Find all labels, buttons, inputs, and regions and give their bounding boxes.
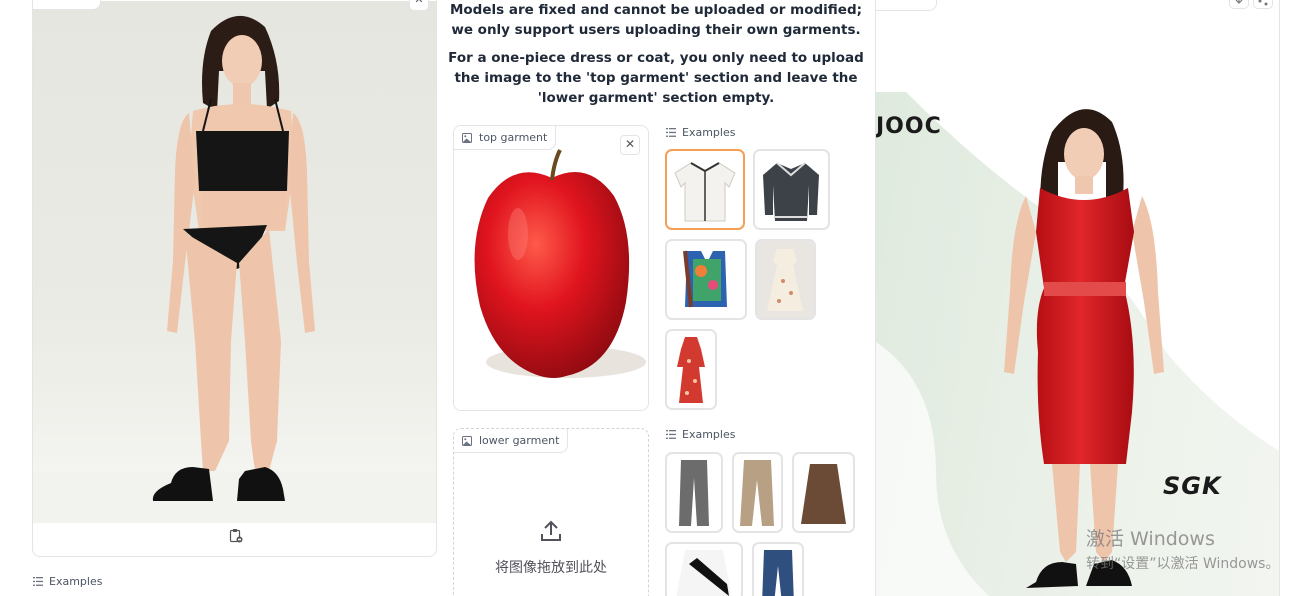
lower-examples-header: Examples — [666, 428, 735, 441]
image-icon — [462, 132, 472, 143]
lower-garment-label-tab: lower garment — [454, 429, 569, 453]
example-khaki-trousers[interactable] — [732, 452, 783, 533]
apple-image — [474, 149, 646, 378]
example-red-floral-dress[interactable] — [665, 329, 717, 410]
image-icon — [462, 435, 472, 446]
upload-icon — [541, 520, 561, 541]
examples-label: Examples — [49, 575, 103, 588]
clipboard-icon[interactable] — [228, 528, 244, 544]
brand-logo-top: JOOC — [876, 114, 942, 139]
examples-label: Examples — [682, 428, 736, 441]
drop-zone[interactable]: 将图像拖放到此处 — [454, 519, 648, 577]
instruction-line-1: Models are fixed and cannot be uploaded … — [449, 2, 863, 38]
top-garment-upload[interactable]: top garment ✕ — [453, 125, 649, 411]
list-icon — [33, 577, 43, 586]
windows-activation-watermark: 激活 Windows 转到“设置”以激活 Windows。 — [1086, 524, 1279, 573]
try-on-app: ✕ Examples Models are fixed and cannot b… — [0, 0, 1294, 596]
example-floral-dress[interactable] — [755, 239, 816, 320]
example-white-cardigan[interactable] — [665, 149, 745, 230]
watermark-line-1: 激活 Windows — [1086, 528, 1215, 550]
example-floral-vest[interactable] — [665, 239, 747, 320]
top-garment-label-tab: top garment — [454, 126, 557, 150]
instructions: Models are fixed and cannot be uploaded … — [446, 0, 866, 108]
brand-logo-bottom: SGK — [1163, 472, 1222, 500]
watermark-line-2: 转到“设置”以激活 Windows。 — [1086, 556, 1280, 572]
model-examples-header: Examples — [33, 575, 102, 588]
result-image-panel: JOOC SGK — [875, 0, 1280, 596]
example-blue-jeans[interactable] — [752, 542, 804, 596]
list-icon — [666, 430, 676, 439]
instruction-line-2: For a one-piece dress or coat, you only … — [448, 50, 864, 106]
lower-garment-label: lower garment — [479, 434, 560, 447]
example-grey-cardigan[interactable] — [753, 149, 830, 230]
download-icon[interactable] — [1229, 0, 1249, 9]
close-icon[interactable]: ✕ — [409, 0, 429, 11]
example-grey-trousers[interactable] — [665, 452, 723, 533]
model-label-tab — [33, 0, 101, 10]
top-garment-label: top garment — [479, 131, 548, 144]
example-brown-skirt[interactable] — [792, 452, 855, 533]
list-icon — [666, 128, 676, 137]
model-image-panel: ✕ — [32, 0, 437, 557]
example-striped-skirt[interactable] — [665, 542, 743, 596]
top-examples-header: Examples — [666, 126, 735, 139]
share-icon[interactable] — [1253, 0, 1273, 9]
examples-label: Examples — [682, 126, 736, 139]
model-image — [33, 1, 436, 523]
result-label-tab — [876, 0, 937, 11]
drop-text: 将图像拖放到此处 — [495, 560, 607, 576]
result-image: JOOC SGK — [876, 92, 1279, 596]
lower-garment-upload[interactable]: lower garment 将图像拖放到此处 — [453, 428, 649, 596]
